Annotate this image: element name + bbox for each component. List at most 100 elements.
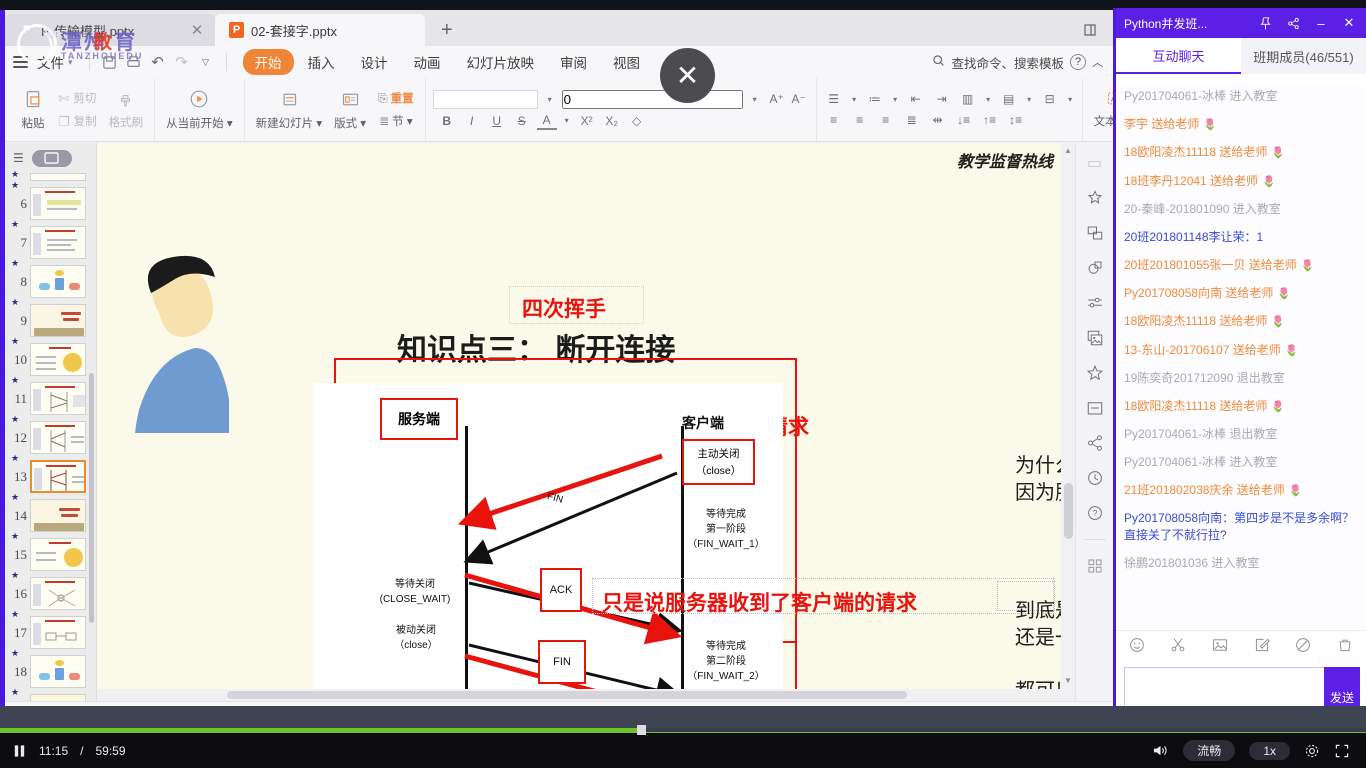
search-commands-label[interactable]: 查找命令、搜索模板 <box>951 53 1064 72</box>
align-right-icon[interactable]: ≡ <box>876 111 896 129</box>
increase-font-size-icon[interactable]: A⁺ <box>767 90 787 108</box>
decrease-font-size-icon[interactable]: A⁻ <box>789 90 809 108</box>
thumbnail-item[interactable]: ★ 7 <box>5 219 96 262</box>
vertical-scroll-thumb[interactable] <box>1064 483 1073 539</box>
align-vertical-icon[interactable]: ⊟ <box>1040 90 1060 108</box>
help-circle-icon[interactable]: ? <box>1083 501 1107 525</box>
archive-box-icon[interactable] <box>1083 396 1107 420</box>
pin-icon[interactable] <box>1254 12 1276 34</box>
line-spacing-icon[interactable]: ↕≡ <box>1006 111 1026 129</box>
settings-sliders-icon[interactable] <box>1083 291 1107 315</box>
scroll-up-icon[interactable]: ▲ <box>1061 143 1075 157</box>
align-vertical-dropdown-icon[interactable]: ▾ <box>1066 90 1075 108</box>
outline-view-icon[interactable]: ☰ <box>13 151 24 165</box>
shape-tool-icon[interactable] <box>1083 256 1107 280</box>
decrease-indent-icon[interactable]: ⇤ <box>906 90 926 108</box>
ribbon-tab-start[interactable]: 开始 <box>242 49 294 75</box>
horizontal-scroll-thumb[interactable] <box>227 691 907 699</box>
align-center-icon[interactable]: ≡ <box>850 111 870 129</box>
justify-icon[interactable]: ≣ <box>902 111 922 129</box>
thumbnail-item[interactable]: ★ 11 <box>5 375 96 418</box>
apps-grid-icon[interactable] <box>1083 554 1107 578</box>
scissors-icon[interactable] <box>1170 637 1186 656</box>
document-tab-1[interactable]: P P-传输模型.pptx ✕ <box>5 14 215 46</box>
speed-selector[interactable]: 1x <box>1249 741 1290 760</box>
format-painter-button[interactable]: 格式刷 <box>105 88 148 132</box>
section-button[interactable]: ≣ 节 ▾ <box>374 111 418 131</box>
document-tab-2[interactable]: P 02-套接字.pptx <box>215 14 425 46</box>
slide-view-toggle[interactable] <box>31 149 72 167</box>
slide-vertical-scrollbar[interactable]: ▲ ▼ <box>1061 143 1075 701</box>
tab-interactive-chat[interactable]: 互动聊天 <box>1116 38 1241 74</box>
edit-icon[interactable] <box>1254 637 1270 656</box>
slide-horizontal-scrollbar[interactable] <box>97 689 1061 701</box>
bullet-list-dropdown-icon[interactable]: ▾ <box>850 90 859 108</box>
progress-bar[interactable] <box>0 725 1366 735</box>
bold-button[interactable]: B <box>437 112 457 130</box>
thumbnail-scrollbar[interactable] <box>89 373 94 623</box>
thumbnail-item[interactable]: ★ 12 <box>5 414 96 457</box>
thumbnail-item[interactable]: ★ 6 <box>5 180 96 223</box>
file-menu-button[interactable]: 文件 ▾ <box>13 52 81 72</box>
slide-thumbnail-panel[interactable]: ☰ ★ ★ 6 ★ 7 ★ 8 ★ 9 ★ 10 ★ 11 ★ 12 ★ 13 … <box>5 143 97 701</box>
strikethrough-button[interactable]: S <box>512 112 532 130</box>
thumbnail-list[interactable]: ★ ★ 6 ★ 7 ★ 8 ★ 9 ★ 10 ★ 11 ★ 12 ★ 13 ★ … <box>5 169 96 701</box>
image-icon[interactable] <box>1212 637 1228 656</box>
ribbon-tab-design[interactable]: 设计 <box>349 49 400 75</box>
subscript-button[interactable]: X₂ <box>602 112 622 130</box>
volume-icon[interactable] <box>1152 743 1169 758</box>
search-icon[interactable] <box>932 54 945 70</box>
font-size-input[interactable] <box>561 89 743 109</box>
superscript-button[interactable]: X² <box>577 112 597 130</box>
font-color-button[interactable]: A <box>536 112 557 130</box>
progress-knob[interactable] <box>637 725 646 735</box>
thumbnail-item[interactable]: ★ 8 <box>5 258 96 301</box>
thumbnail-item[interactable]: ★ 16 <box>5 570 96 613</box>
ban-icon[interactable] <box>1295 637 1311 656</box>
quality-selector[interactable]: 流畅 <box>1183 740 1236 761</box>
ribbon-tab-review[interactable]: 审阅 <box>548 49 599 75</box>
bullet-list-icon[interactable]: ☰ <box>824 90 844 108</box>
decrease-paragraph-spacing-icon[interactable]: ↓≡ <box>954 111 974 129</box>
distribute-icon[interactable]: ⇹ <box>928 111 948 129</box>
close-window-icon[interactable]: ✕ <box>1338 12 1360 34</box>
overlay-close-button[interactable]: ✕ <box>660 48 715 103</box>
chat-message-list[interactable]: Py201704061-冰棒 进入教室 李宇 送给老师 🌷 18欧阳凌杰11118… <box>1116 82 1366 630</box>
italic-button[interactable]: I <box>462 112 482 130</box>
thumbnail-item[interactable]: ★ 19 <box>5 687 96 701</box>
minimize-window-icon[interactable]: – <box>1310 12 1332 34</box>
increase-indent-icon[interactable]: ⇥ <box>932 90 952 108</box>
align-left-icon[interactable]: ≡ <box>824 111 844 129</box>
pause-icon[interactable] <box>12 743 27 759</box>
gear-icon[interactable] <box>1304 743 1320 759</box>
help-icon[interactable]: ? <box>1070 54 1086 70</box>
underline-button[interactable]: U <box>487 112 507 130</box>
print-icon[interactable] <box>122 50 146 74</box>
thumbnail-item[interactable]: ★ 17 <box>5 609 96 652</box>
thumbnail-item[interactable]: ★ 18 <box>5 648 96 691</box>
text-direction-icon[interactable]: ▤ <box>999 90 1019 108</box>
rail-drag-handle[interactable]: ▭ <box>1083 151 1107 175</box>
scroll-down-icon[interactable]: ▼ <box>1061 673 1075 687</box>
thumbnail-item[interactable]: ★ 15 <box>5 531 96 574</box>
columns-icon[interactable]: ▥ <box>958 90 978 108</box>
close-tab-1-icon[interactable]: ✕ <box>189 21 205 39</box>
font-name-dropdown-icon[interactable]: ▾ <box>540 90 560 108</box>
thumbnail-item[interactable]: ★ 9 <box>5 297 96 340</box>
share-icon[interactable] <box>1083 431 1107 455</box>
smart-beautify-icon[interactable] <box>1083 186 1107 210</box>
slide-swap-icon[interactable] <box>1083 221 1107 245</box>
undo-icon[interactable]: ↶ <box>146 50 170 74</box>
share-icon[interactable] <box>1282 12 1304 34</box>
new-tab-button[interactable]: + <box>425 14 469 46</box>
font-size-dropdown-icon[interactable]: ▾ <box>745 90 765 108</box>
ribbon-tab-slideshow[interactable]: 幻灯片放映 <box>455 49 547 75</box>
text-direction-dropdown-icon[interactable]: ▾ <box>1025 90 1034 108</box>
tab-class-members[interactable]: 班期成员(46/551) <box>1241 38 1366 74</box>
layout-button[interactable]: 版式 ▾ <box>330 87 370 133</box>
paste-button[interactable]: 粘贴 <box>16 87 50 133</box>
emoji-icon[interactable] <box>1129 637 1145 656</box>
ribbon-tab-view[interactable]: 视图 <box>601 49 652 75</box>
thumbnail-item-selected[interactable]: ★ 13 <box>5 453 96 496</box>
collapse-ribbon-icon[interactable]: ︿ <box>1092 54 1103 70</box>
